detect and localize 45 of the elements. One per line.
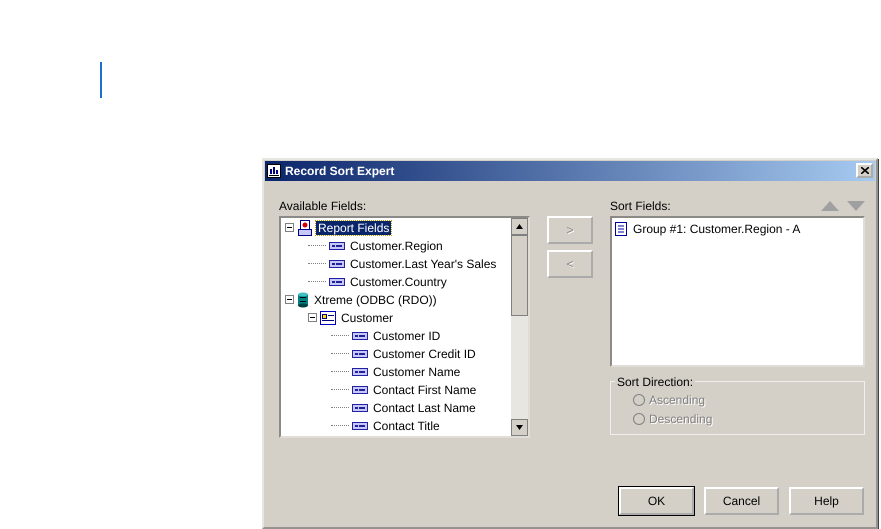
tree-item[interactable]: Customer.Last Year's Sales (348, 256, 498, 271)
available-fields-label: Available Fields: (279, 198, 366, 215)
tree-item[interactable]: Xtreme (ODBC (RDO)) (312, 292, 439, 307)
close-icon (860, 167, 868, 174)
tree-item[interactable]: Customer.Region (348, 238, 445, 253)
sort-direction-label: Sort Direction: (616, 374, 694, 389)
tree-item[interactable]: Customer Credit ID (371, 346, 478, 361)
radio-label: Ascending (649, 393, 706, 408)
move-down-icon[interactable] (847, 200, 865, 211)
tree-item[interactable]: Customer (339, 310, 396, 325)
tree-item[interactable]: Contact Title (371, 418, 442, 433)
tree-item[interactable]: Report Fields (316, 220, 392, 235)
tree-item[interactable]: Contact First Name (371, 382, 478, 397)
field-icon (352, 366, 368, 377)
tree-item[interactable]: Customer Name (371, 364, 462, 379)
sort-field-item[interactable]: Group #1: Customer.Region - A (631, 222, 802, 236)
window-title: Record Sort Expert (285, 164, 396, 178)
group-icon (614, 222, 628, 236)
database-icon (297, 292, 309, 308)
field-icon (352, 384, 368, 395)
field-icon (352, 402, 368, 413)
tree-item[interactable]: Contact Last Name (371, 400, 478, 415)
text-cursor (100, 62, 102, 98)
help-button[interactable]: Help (789, 487, 864, 515)
field-icon (352, 420, 368, 431)
ok-button[interactable]: OK (619, 487, 694, 515)
field-icon (329, 240, 345, 251)
scrollbar-drawing[interactable] (511, 218, 528, 436)
minus-box-icon[interactable] (285, 295, 294, 304)
minus-box-icon[interactable] (285, 223, 294, 232)
tree-item[interactable]: Customer ID (371, 328, 442, 343)
field-icon (329, 276, 345, 287)
close-button[interactable] (856, 163, 873, 178)
radio-label: Descending (649, 412, 712, 426)
field-icon (352, 330, 368, 341)
table-icon (320, 310, 336, 326)
field-icon (352, 348, 368, 359)
field-icon (329, 258, 345, 269)
window-icon (267, 164, 281, 178)
move-up-icon[interactable] (821, 200, 839, 211)
cancel-button[interactable]: Cancel (704, 487, 779, 515)
minus-box-icon[interactable] (308, 313, 317, 322)
tree-item[interactable]: Customer.Country (348, 274, 449, 289)
report-icon (297, 220, 313, 236)
sort-fields-label: Sort Fields: (610, 198, 671, 215)
